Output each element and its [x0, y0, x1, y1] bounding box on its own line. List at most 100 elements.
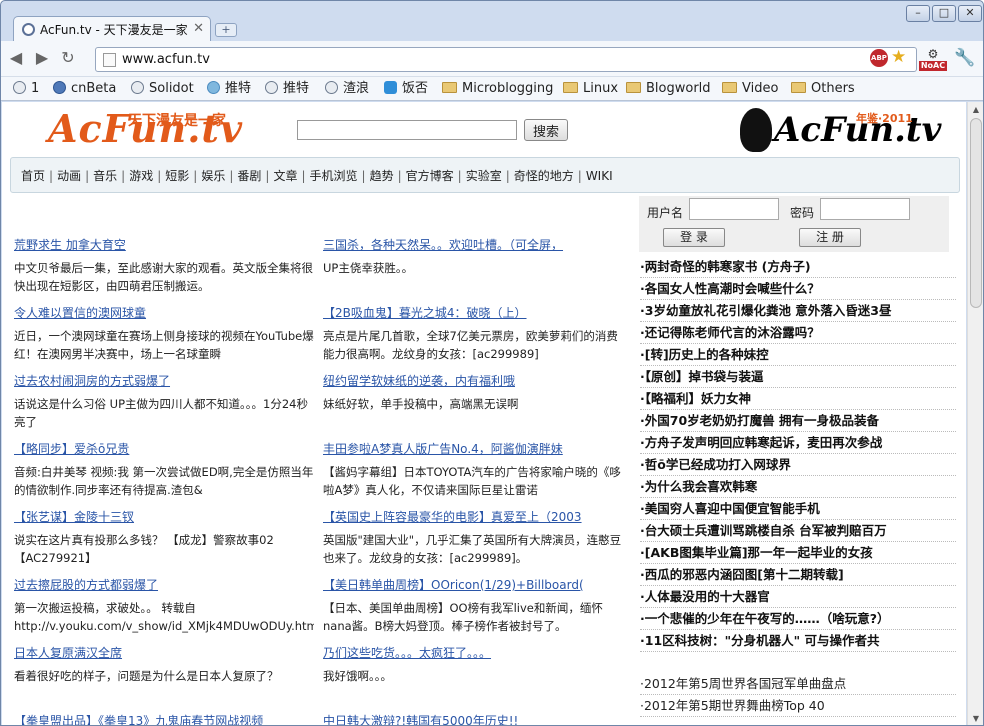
list-item: 【拳皇盟出品】《拳皇13》九鬼庙春节网战视频	[14, 713, 314, 725]
logo-slogan: 天下漫友是一家	[128, 113, 226, 129]
browser-tab[interactable]: AcFun.tv - 天下漫友是一家 ✕	[13, 16, 211, 42]
login-button[interactable]: 登 录	[663, 228, 725, 247]
list-item[interactable]: ·[AKB图集毕业篇]那一年一起毕业的女孩	[640, 542, 956, 564]
list-item[interactable]: ·外国70岁老奶奶打魔兽 拥有一身极品装备	[640, 410, 956, 432]
article-link[interactable]: 【张艺谋】金陵十三钗	[14, 509, 314, 525]
forward-icon[interactable]: ▶	[31, 47, 53, 69]
password-input[interactable]	[820, 198, 910, 220]
article-link[interactable]: 中日韩大激辩?!韩国有5000年历史!!	[323, 713, 623, 725]
minimize-button[interactable]: –	[906, 5, 930, 22]
scroll-down-icon[interactable]: ▼	[968, 711, 983, 725]
list-item[interactable]: ·西瓜的邪恶内涵囧图[第十二期转载]	[640, 564, 956, 586]
nav-item-lab[interactable]: 实验室	[466, 169, 502, 183]
reload-icon[interactable]: ↻	[57, 47, 79, 69]
nav-item-series[interactable]: 番剧	[237, 169, 261, 183]
list-item: 三国杀，各种天然呆。。欢迎吐槽。（可全屏， UP主侥幸获胜。。	[323, 237, 623, 297]
list-item[interactable]: ·11区科技树："分身机器人" 可与操作者共	[640, 630, 956, 652]
list-item[interactable]: ·人体最没用的十大器官	[640, 586, 956, 608]
nav-item-music[interactable]: 音乐	[93, 169, 117, 183]
list-item[interactable]: ·2012年第5周世界各国冠军单曲盘点	[640, 673, 956, 695]
nav-item-games[interactable]: 游戏	[129, 169, 153, 183]
maximize-button[interactable]: □	[932, 5, 956, 22]
bookmark-folder-video[interactable]: Video	[722, 80, 778, 98]
vertical-scrollbar[interactable]: ▲ ▼	[967, 102, 983, 725]
bookmark-folder-blogworld[interactable]: Blogworld	[626, 80, 711, 98]
bookmark-twitter-2[interactable]: 推特	[265, 80, 309, 98]
list-item[interactable]: ·一个悲催的少年在午夜写的……（啥玩意?）	[640, 608, 956, 630]
bookmark-cnbeta[interactable]: cnBeta	[53, 80, 116, 98]
bookmark-folder-microblogging[interactable]: Microblogging	[442, 80, 553, 98]
acfun-logo[interactable]: AcFun.tv 天下漫友是一家	[48, 106, 242, 154]
bookmark-label: 饭否	[402, 81, 429, 96]
nav-item-blog[interactable]: 官方博客	[406, 169, 454, 183]
article-link[interactable]: 丰田参啦A梦真人版广告No.4，阿酱伽演胖妹	[323, 441, 623, 457]
bookmark-folder-linux[interactable]: Linux	[563, 80, 618, 98]
bookmark-twitter-1[interactable]: 推特	[207, 80, 251, 98]
nav-item-articles[interactable]: 文章	[273, 169, 297, 183]
article-link[interactable]: 【拳皇盟出品】《拳皇13》九鬼庙春节网战视频	[14, 713, 314, 725]
list-item[interactable]: ·【略福利】妖力女神	[640, 388, 956, 410]
list-item[interactable]: ·为什么我会喜欢韩寒	[640, 476, 956, 498]
nav-item-anime[interactable]: 动画	[57, 169, 81, 183]
list-item[interactable]: ·哲ō学已经成功打入网球界	[640, 454, 956, 476]
article-summary: 我好饿啊。。。	[323, 669, 392, 683]
register-button[interactable]: 注 册	[799, 228, 861, 247]
back-icon[interactable]: ◀	[5, 47, 27, 69]
username-input[interactable]	[689, 198, 779, 220]
list-item[interactable]: ·【原创】掉书袋与装逼	[640, 366, 956, 388]
folder-icon	[791, 82, 806, 93]
list-item[interactable]: ·台大硕士兵遭训骂跳楼自杀 台军被判赔百万	[640, 520, 956, 542]
bookmark-label: 推特	[225, 81, 252, 96]
scroll-up-icon[interactable]: ▲	[968, 102, 983, 118]
scrollbar-thumb[interactable]	[970, 118, 982, 308]
article-link[interactable]: 【英国史上阵容最豪华的电影】真爱至上（2003	[323, 509, 623, 525]
article-link[interactable]: 【美日韩单曲周榜】OOricon(1/29)+Billboard(	[323, 577, 623, 593]
nav-item-shorts[interactable]: 短影	[165, 169, 189, 183]
article-link[interactable]: 荒野求生 加拿大育空	[14, 237, 314, 253]
nav-item-wiki[interactable]: WIKI	[586, 169, 613, 183]
site-search-input[interactable]	[297, 120, 517, 140]
article-link[interactable]: 过去农村闹洞房的方式弱爆了	[14, 373, 314, 389]
close-window-button[interactable]: ✕	[958, 5, 982, 22]
article-link[interactable]: 纽约留学软妹纸的逆袭，内有福利哦	[323, 373, 623, 389]
article-link[interactable]: 【略同步】爱杀ō兄贵	[14, 441, 314, 457]
list-item[interactable]: ·各国女人性高潮时会喊些什么？	[640, 278, 956, 300]
bookmark-star-icon[interactable]: ★	[891, 47, 906, 67]
nav-item-entertainment[interactable]: 娱乐	[201, 169, 225, 183]
list-item[interactable]: ·2012年第5期世界舞曲榜Top 40	[640, 695, 956, 717]
bookmark-sina[interactable]: 渣浪	[325, 80, 369, 98]
nav-item-trends[interactable]: 趋势	[370, 169, 394, 183]
title-bar: AcFun.tv - 天下漫友是一家 ✕ + – □ ✕	[1, 1, 983, 42]
bookmark-folder-others[interactable]: Others	[791, 80, 855, 98]
article-link[interactable]: 乃们这些吃货。。。太疯狂了。。。	[323, 645, 623, 661]
list-item[interactable]: ·还记得陈老师代言的沐浴露吗？	[640, 322, 956, 344]
article-link[interactable]: 日本人复原满汉全席	[14, 645, 314, 661]
bookmark-label: Blogworld	[646, 81, 711, 96]
article-link[interactable]: 三国杀，各种天然呆。。欢迎吐槽。（可全屏，	[323, 237, 623, 253]
list-item[interactable]: ·两封奇怪的韩寒家书 (方舟子)	[640, 256, 956, 278]
article-link[interactable]: 令人难以置信的澳网球童	[14, 305, 314, 321]
address-bar[interactable]: www.acfun.tv	[95, 47, 917, 72]
list-item[interactable]: ·3岁幼童放礼花引爆化粪池 意外落入昏迷3昼	[640, 300, 956, 322]
wrench-icon[interactable]: 🔧	[954, 48, 975, 68]
mascot-icon	[740, 108, 772, 152]
site-search-button[interactable]: 搜索	[524, 119, 568, 141]
noac-extension-icon[interactable]: ⚙ NoAC	[919, 47, 947, 73]
list-item[interactable]: ·方舟子发声明回应韩寒起诉，麦田再次参战	[640, 432, 956, 454]
list-item: 【张艺谋】金陵十三钗 说实在这片真有投那么多钱？ 【成龙】警察故事02【AC279…	[14, 509, 314, 569]
nav-item-strange[interactable]: 奇怪的地方	[514, 169, 574, 183]
close-tab-icon[interactable]: ✕	[193, 21, 204, 36]
nav-item-mobile[interactable]: 手机浏览	[310, 169, 358, 183]
list-item[interactable]: ·美国穷人喜迎中国便宜智能手机	[640, 498, 956, 520]
bookmark-solidot[interactable]: Solidot	[131, 80, 194, 98]
adblock-icon[interactable]: ABP	[870, 49, 888, 67]
bookmark-fanfou[interactable]: 饭否	[384, 80, 428, 98]
username-label: 用户名	[647, 206, 684, 220]
article-link[interactable]: 过去擦屁股的方式都弱爆了	[14, 577, 314, 593]
nav-item-home[interactable]: 首页	[21, 169, 45, 183]
logo-year: 年鉴·2011	[856, 112, 913, 125]
article-link[interactable]: 【2B吸血鬼】暮光之城4：破晓（上）	[323, 305, 623, 321]
new-tab-button[interactable]: +	[215, 23, 237, 37]
bookmark-1[interactable]: 1	[13, 80, 39, 98]
list-item[interactable]: ·[转]历史上的各种妹控	[640, 344, 956, 366]
